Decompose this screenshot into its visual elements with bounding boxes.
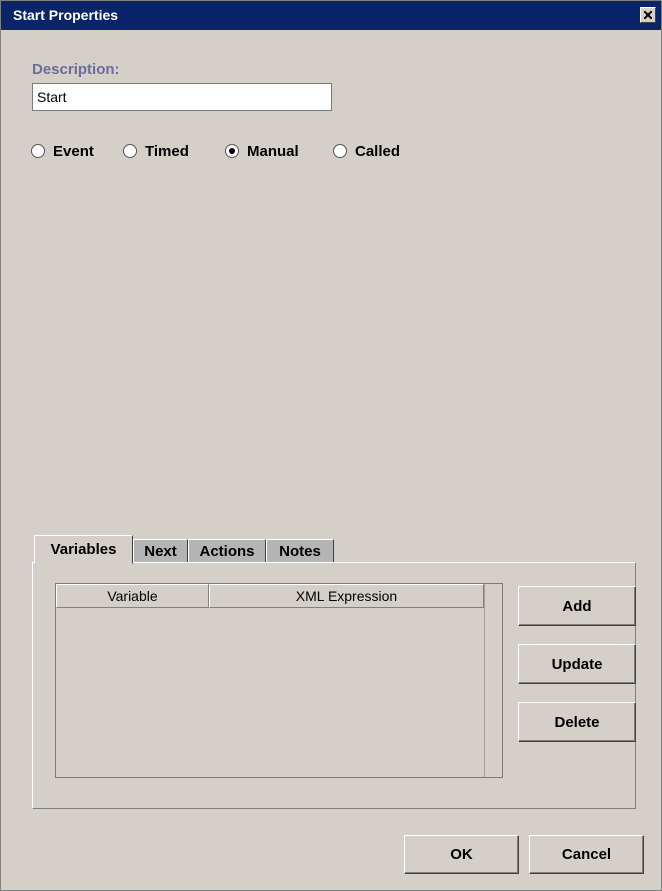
radio-circle-checked [225,144,239,158]
radio-circle [333,144,347,158]
tab-next[interactable]: Next [133,539,188,563]
tab-variables[interactable]: Variables [34,535,133,564]
close-button[interactable] [640,7,656,23]
radio-label: Called [355,142,401,160]
radio-label: Timed [145,142,189,160]
cancel-button[interactable]: Cancel [529,835,644,874]
update-button[interactable]: Update [518,644,636,684]
close-icon [644,11,652,19]
column-header-xml-expression[interactable]: XML Expression [209,584,484,608]
delete-button[interactable]: Delete [518,702,636,742]
radio-label: Event [53,142,94,160]
radio-label: Manual [247,142,299,160]
tab-notes[interactable]: Notes [266,539,334,563]
table-header: Variable XML Expression [56,584,484,608]
column-header-variable[interactable]: Variable [56,584,209,608]
description-input[interactable] [32,83,332,111]
radio-manual[interactable]: Manual [225,141,299,161]
radio-called[interactable]: Called [333,141,400,161]
ok-button[interactable]: OK [404,835,519,874]
start-properties-dialog: Start Properties Description: Event Time… [0,0,662,891]
add-button[interactable]: Add [518,586,636,626]
title-bar[interactable]: Start Properties [1,1,661,30]
table-scroll-gutter [484,584,502,777]
radio-event[interactable]: Event [31,141,94,161]
radio-circle [123,144,137,158]
radio-circle [31,144,45,158]
description-label: Description: [32,61,120,78]
radio-timed[interactable]: Timed [123,141,189,161]
tab-actions[interactable]: Actions [188,539,266,563]
window-title: Start Properties [13,7,119,23]
variables-table[interactable]: Variable XML Expression [55,583,503,778]
variables-panel: Variable XML Expression Add Update Delet… [32,562,636,809]
